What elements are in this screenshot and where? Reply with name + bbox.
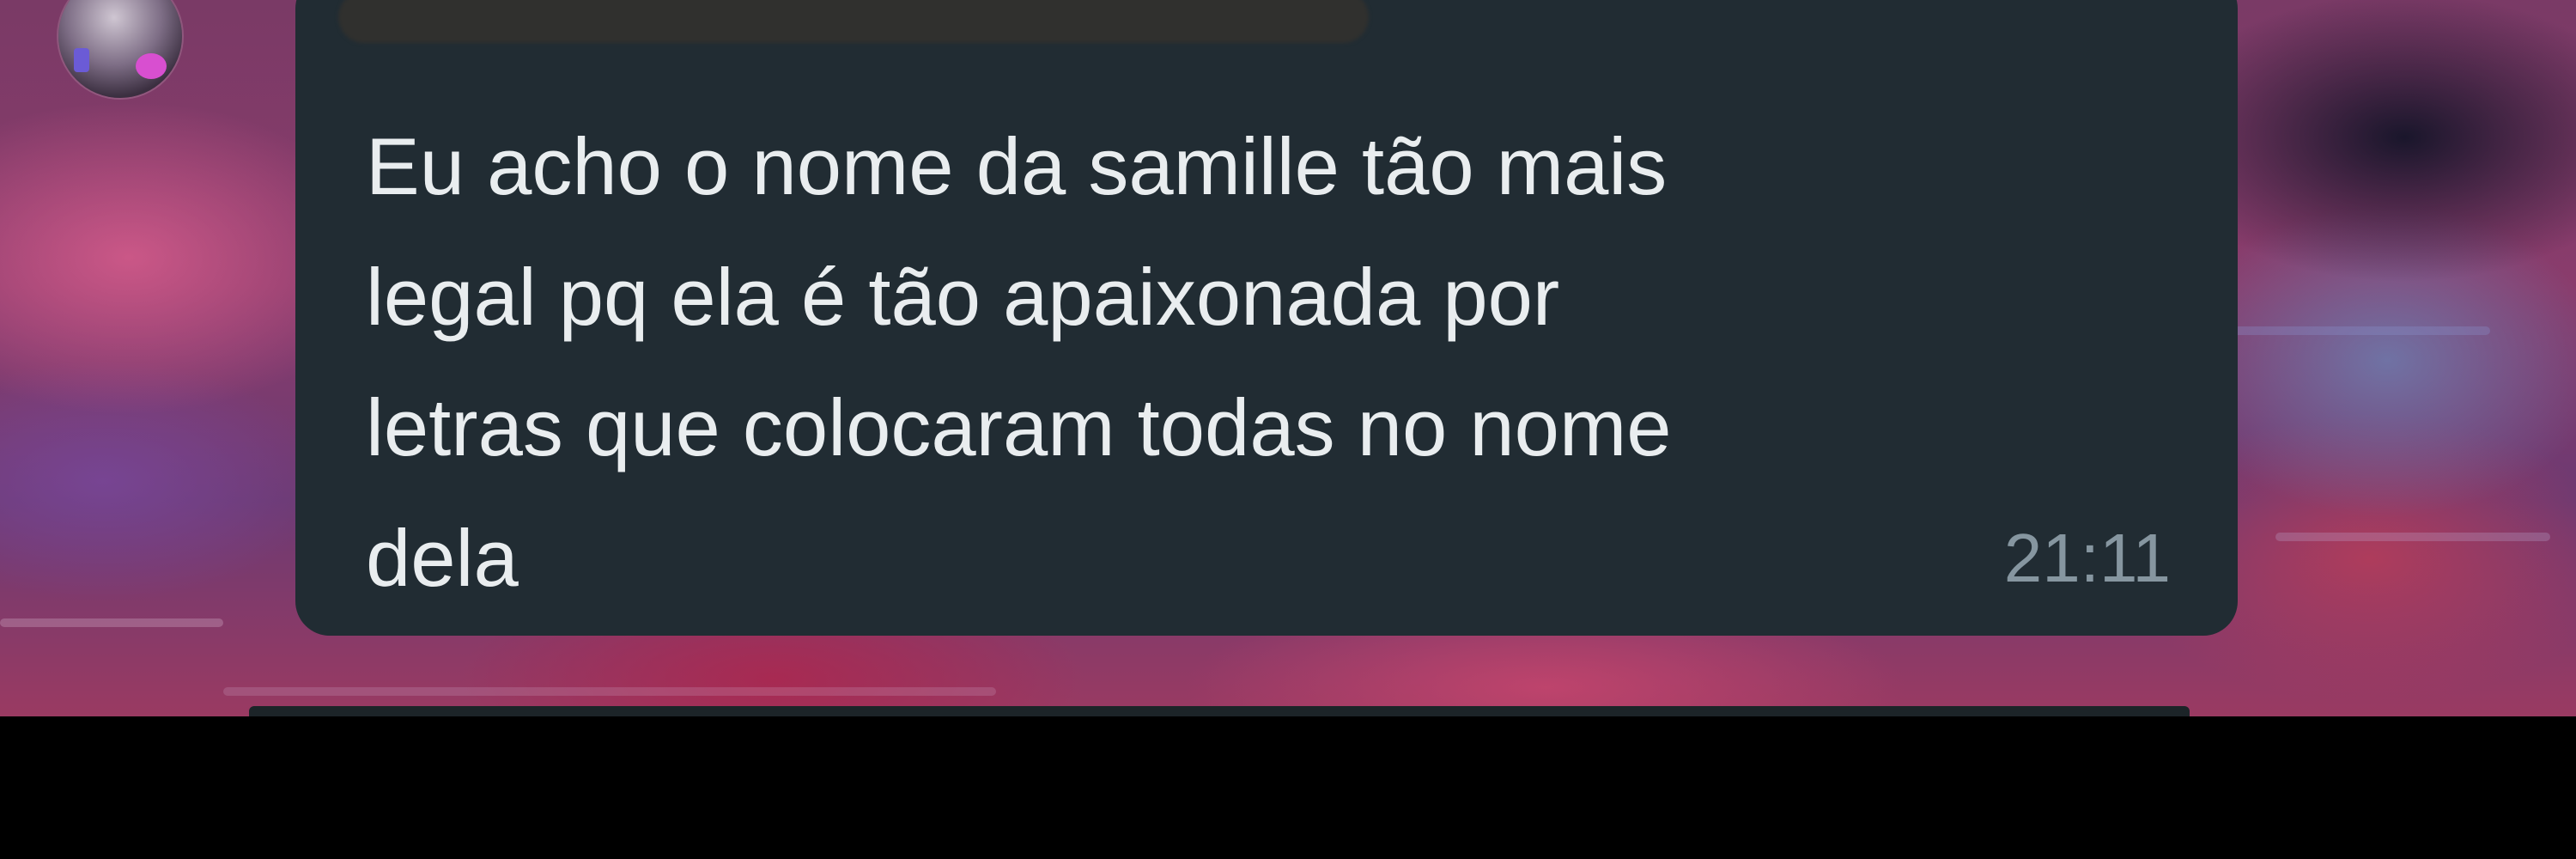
chat-wallpaper: Eu acho o nome da samille tão mais legal… [0,0,2576,716]
message-timestamp: 21:11 [2003,520,2171,596]
bottom-black-area [0,716,2576,859]
wallpaper-brush-stroke [2275,533,2550,541]
message-text: Eu acho o nome da samille tão mais legal… [366,121,1672,603]
avatar-image-detail [136,53,167,79]
chat-screen: Eu acho o nome da samille tão mais legal… [0,0,2576,859]
wallpaper-brush-stroke [0,618,223,627]
avatar-image-detail [74,48,89,72]
sender-name-redacted [338,0,1369,43]
wallpaper-brush-stroke [2233,326,2490,335]
sender-avatar[interactable] [58,0,182,98]
chat-input-bar-edge [249,706,2190,716]
wallpaper-brush-stroke [223,687,996,696]
message-bubble[interactable]: Eu acho o nome da samille tão mais legal… [295,0,2238,636]
